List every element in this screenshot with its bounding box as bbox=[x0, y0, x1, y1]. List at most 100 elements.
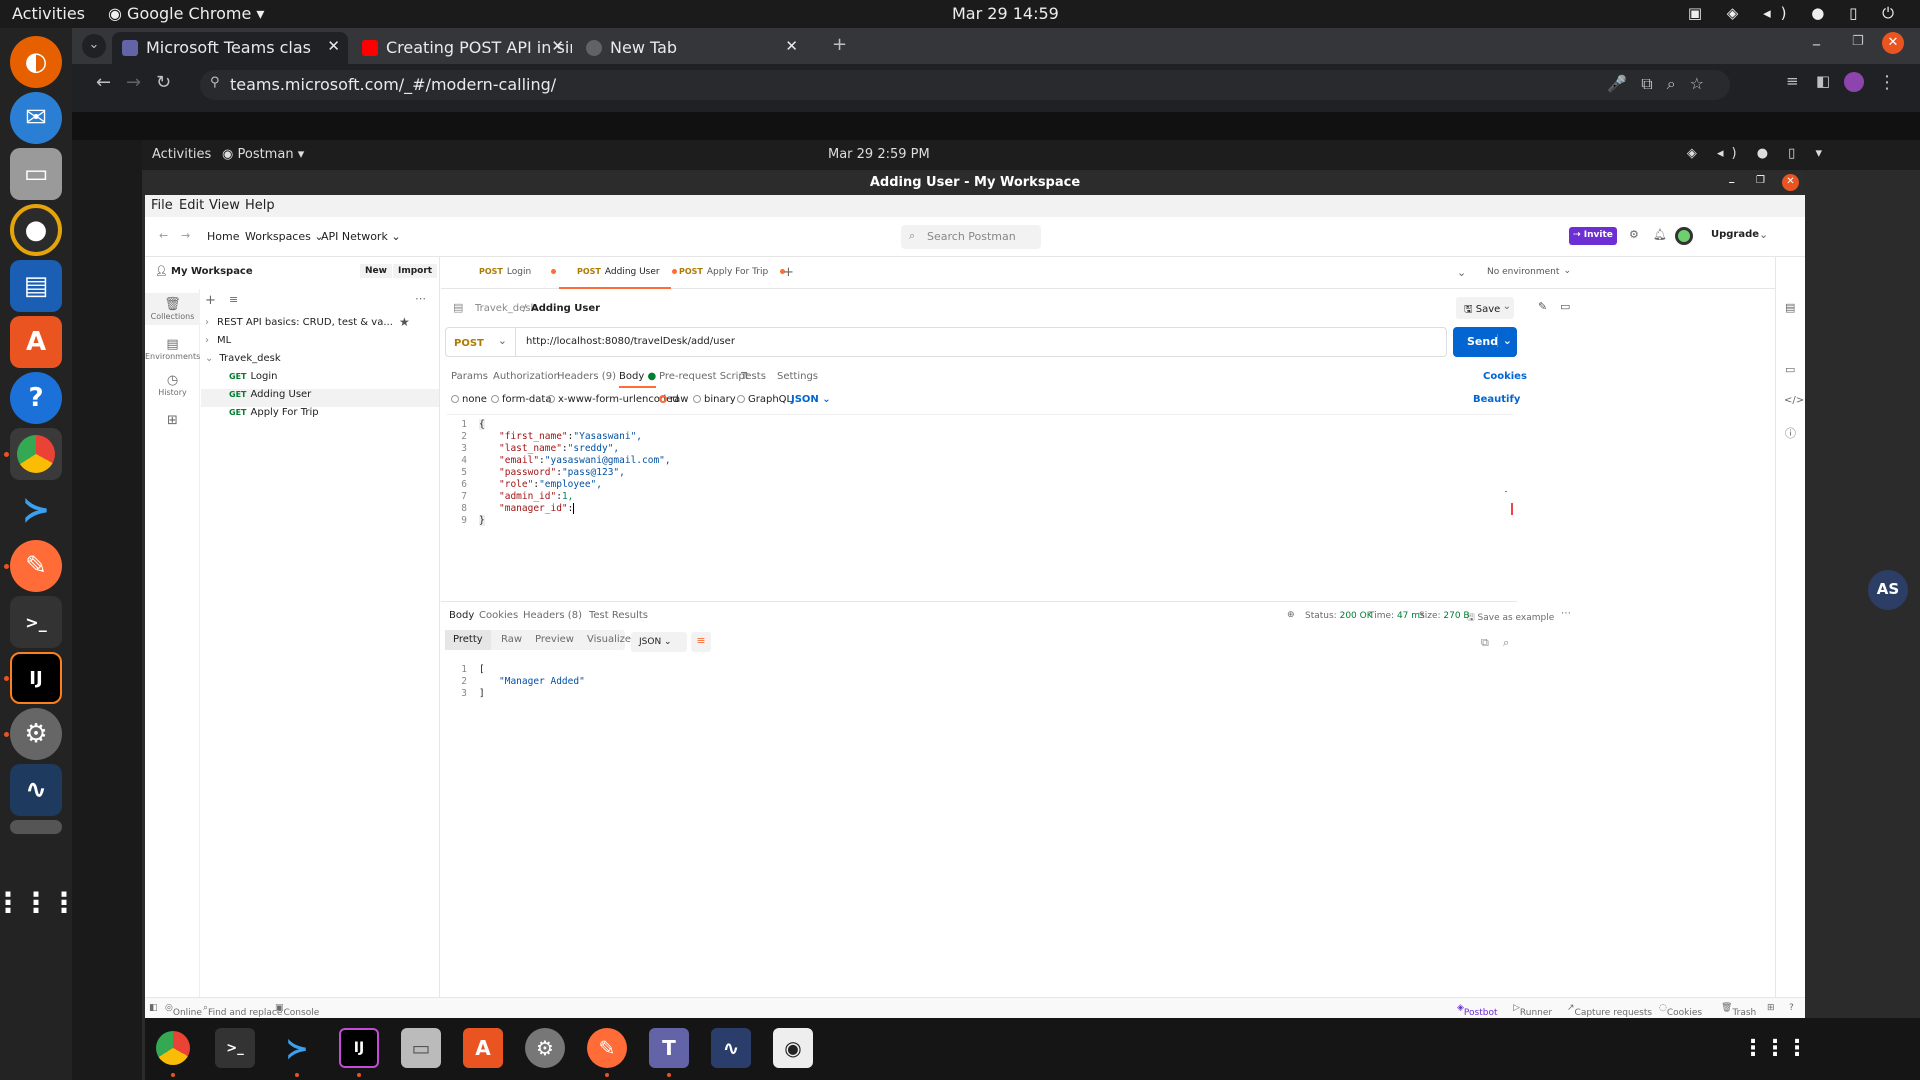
response-format-select[interactable]: JSON ⌄ bbox=[631, 632, 687, 652]
edit-icon[interactable]: ✎ bbox=[1538, 300, 1547, 313]
radio-binary[interactable]: binary bbox=[693, 394, 736, 405]
tab-settings[interactable]: Settings bbox=[777, 371, 818, 382]
chrome-tab-newtab[interactable]: New Tab ✕ bbox=[576, 32, 806, 64]
collection-item[interactable]: › ML bbox=[205, 335, 231, 353]
online-status[interactable]: ◎ Online bbox=[165, 1003, 202, 1018]
settings-icon[interactable]: ⚙ bbox=[525, 1028, 565, 1068]
wrap-lines-icon[interactable]: ≡ bbox=[691, 632, 711, 652]
back-icon[interactable]: ← bbox=[96, 72, 111, 93]
tab-search-icon[interactable]: ⌄ bbox=[82, 34, 106, 58]
minimize-icon[interactable]: – bbox=[1812, 34, 1821, 55]
intellij-icon[interactable]: IJ bbox=[339, 1028, 379, 1068]
console-button[interactable]: ▣ Console bbox=[275, 1003, 319, 1018]
maximize-icon[interactable]: ❐ bbox=[1852, 34, 1864, 49]
filter-icon[interactable]: ≡ bbox=[229, 293, 238, 306]
request-item-selected[interactable]: GET Adding User bbox=[201, 389, 439, 407]
more-options-icon[interactable]: ⋯ bbox=[1561, 608, 1571, 619]
trash-button[interactable]: 🗑︎ Trash bbox=[1721, 1003, 1756, 1018]
minimize-icon[interactable]: – bbox=[1729, 175, 1736, 190]
tab-close-icon[interactable]: ✕ bbox=[551, 37, 564, 55]
drive-icon[interactable] bbox=[10, 820, 62, 834]
tab-close-icon[interactable]: ✕ bbox=[785, 37, 798, 55]
runner-button[interactable]: ▷ Runner bbox=[1513, 1003, 1552, 1018]
firefox-icon[interactable]: ◐ bbox=[10, 36, 62, 88]
add-collection-icon[interactable]: + bbox=[205, 293, 216, 308]
teams-icon[interactable]: T bbox=[649, 1028, 689, 1068]
search-icon[interactable]: ⌕ bbox=[1503, 636, 1509, 650]
close-window-icon[interactable]: ✕ bbox=[1882, 32, 1904, 54]
chevron-down-icon[interactable]: ⌄ bbox=[1496, 334, 1512, 347]
terminal-icon[interactable]: >_ bbox=[10, 596, 62, 648]
forward-icon[interactable]: → bbox=[181, 229, 190, 242]
side-panel-icon[interactable]: ◧ bbox=[1816, 72, 1830, 90]
collection-item[interactable]: ⌄ Travek_desk bbox=[205, 353, 281, 371]
system-clock[interactable]: Mar 29 14:59 bbox=[952, 4, 1059, 23]
chrome-menu-icon[interactable]: ⋮ bbox=[1878, 72, 1896, 93]
tab-body[interactable]: Body ● bbox=[619, 371, 657, 388]
tab-pre-request-script[interactable]: Pre-request Script bbox=[659, 371, 749, 382]
reload-icon[interactable]: ↻ bbox=[156, 72, 171, 93]
system-tray[interactable]: ▣ ◈ ◂) ● ▯ ⏻ bbox=[1688, 4, 1904, 22]
upgrade-dropdown-icon[interactable]: ⌄ bbox=[1759, 228, 1768, 241]
site-info-icon[interactable]: ⚲ bbox=[210, 75, 220, 90]
request-tab-active[interactable]: POST Adding User bbox=[559, 257, 677, 289]
menu-help[interactable]: Help bbox=[245, 198, 275, 213]
postbot-button[interactable]: ◈ Postbot bbox=[1457, 1003, 1498, 1018]
url-input[interactable]: http://localhost:8080/travelDesk/add/use… bbox=[526, 336, 735, 347]
request-tab[interactable]: POST Login bbox=[479, 257, 557, 289]
show-apps-icon[interactable]: ⋮⋮⋮ bbox=[0, 876, 78, 928]
tab-params[interactable]: Params bbox=[451, 371, 488, 382]
response-tab-headers[interactable]: Headers (8) bbox=[523, 610, 582, 621]
code-icon[interactable]: </> bbox=[1784, 395, 1804, 406]
cookies-button[interactable]: ◌ Cookies bbox=[1659, 1003, 1702, 1018]
gimp-icon[interactable]: ◉ bbox=[773, 1028, 813, 1068]
files-icon[interactable]: ▭ bbox=[10, 148, 62, 200]
chrome-icon[interactable] bbox=[153, 1028, 193, 1068]
user-avatar-icon[interactable] bbox=[1675, 227, 1693, 245]
radio-graphql[interactable]: GraphQL bbox=[737, 394, 792, 405]
response-tab-cookies[interactable]: Cookies bbox=[479, 610, 518, 621]
profile-avatar[interactable] bbox=[1844, 72, 1864, 92]
request-tab[interactable]: POST Apply For Trip bbox=[679, 257, 786, 289]
help-icon[interactable]: ? bbox=[1789, 1003, 1794, 1013]
vm-tray[interactable]: ◈ ◂) ● ▯ ▾ bbox=[1687, 146, 1830, 161]
chrome-tab-youtube[interactable]: Creating POST API in sim ✕ bbox=[352, 32, 572, 64]
vscode-icon[interactable]: ≻ bbox=[277, 1028, 317, 1068]
new-button[interactable]: New bbox=[360, 264, 392, 278]
body-editor[interactable]: 1 { 2 "first_name":"Yasaswani", 3 "last_… bbox=[447, 414, 1513, 596]
mysql-workbench-icon[interactable]: ∿ bbox=[711, 1028, 751, 1068]
network-icon[interactable]: ⊕ bbox=[1287, 610, 1295, 620]
configure-icon[interactable]: ⊞ bbox=[145, 413, 200, 428]
new-tab-button[interactable]: + bbox=[832, 34, 847, 55]
menu-file[interactable]: File bbox=[151, 198, 173, 213]
search-input[interactable]: ⌕ Search Postman bbox=[901, 225, 1041, 249]
request-item[interactable]: GET Apply For Trip bbox=[229, 407, 319, 425]
method-select[interactable]: POST ⌄ bbox=[446, 328, 516, 356]
request-item[interactable]: GET Login bbox=[229, 371, 277, 389]
postman-icon[interactable]: ✎ bbox=[587, 1028, 627, 1068]
tab-tests[interactable]: Tests bbox=[741, 371, 766, 382]
send-button[interactable]: Send ⌄ bbox=[1453, 327, 1517, 357]
capture-requests-button[interactable]: ↗ Capture requests bbox=[1567, 1003, 1652, 1018]
menu-edit[interactable]: Edit bbox=[179, 198, 204, 213]
beautify-link[interactable]: Beautify bbox=[1473, 394, 1520, 405]
app-menu[interactable]: ◉ Google Chrome ▾ bbox=[108, 4, 264, 23]
intellij-icon[interactable]: IJ bbox=[10, 652, 62, 704]
settings-icon[interactable]: ⚙ bbox=[10, 708, 62, 760]
radio-none[interactable]: none bbox=[451, 394, 487, 405]
activities-button[interactable]: Activities bbox=[12, 4, 85, 23]
response-tab-test-results[interactable]: Test Results bbox=[589, 610, 648, 621]
forward-icon[interactable]: → bbox=[126, 72, 141, 93]
address-bar[interactable]: ⚲ teams.microsoft.com/_#/modern-calling/… bbox=[200, 70, 1730, 100]
postman-icon[interactable]: ✎ bbox=[10, 540, 62, 592]
save-as-example-button[interactable]: 🖫︎ Save as example bbox=[1467, 610, 1554, 626]
documentation-icon[interactable]: ▤ bbox=[1785, 301, 1795, 314]
settings-icon[interactable]: ⚙ bbox=[1629, 228, 1639, 241]
response-tab-body[interactable]: Body bbox=[449, 610, 474, 621]
media-icon[interactable]: ≡ bbox=[1786, 72, 1799, 90]
back-icon[interactable]: ← bbox=[159, 229, 168, 242]
software-center-icon[interactable]: A bbox=[10, 316, 62, 368]
vm-activities[interactable]: Activities bbox=[152, 147, 211, 162]
tab-close-icon[interactable]: ✕ bbox=[327, 37, 340, 55]
upgrade-button[interactable]: Upgrade bbox=[1711, 229, 1759, 240]
